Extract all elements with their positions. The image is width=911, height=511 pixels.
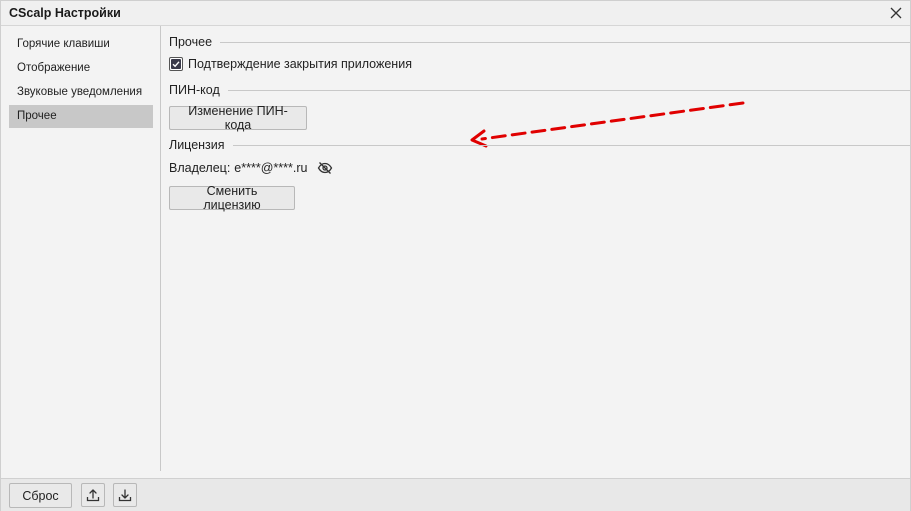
window-title: CScalp Настройки xyxy=(9,6,121,20)
section-pin-title: ПИН-код xyxy=(169,83,220,97)
footer-bar: Сброс xyxy=(1,478,910,511)
settings-content: Прочее Подтверждение закрытия приложения… xyxy=(162,26,910,471)
sidebar-item-sound-notifications[interactable]: Звуковые уведомления xyxy=(9,81,153,104)
import-settings-button[interactable] xyxy=(113,483,137,507)
sidebar-item-display[interactable]: Отображение xyxy=(9,57,153,80)
license-owner-row: Владелец: e****@****.ru xyxy=(169,161,333,175)
title-bar: CScalp Настройки xyxy=(1,1,910,26)
settings-sidebar: Горячие клавиши Отображение Звуковые уве… xyxy=(1,26,161,471)
owner-label: Владелец: xyxy=(169,161,231,175)
confirm-close-checkbox-row[interactable]: Подтверждение закрытия приложения xyxy=(169,57,412,71)
sidebar-item-misc[interactable]: Прочее xyxy=(9,105,153,128)
download-icon xyxy=(118,489,132,502)
checkmark-icon xyxy=(172,61,180,68)
close-button[interactable] xyxy=(886,3,906,23)
section-divider xyxy=(220,41,910,43)
section-divider xyxy=(232,144,910,146)
section-license-title: Лицензия xyxy=(169,138,225,152)
close-icon xyxy=(890,7,902,19)
toggle-email-visibility-button[interactable] xyxy=(317,161,333,175)
checkbox-check-fill xyxy=(171,59,181,69)
section-license-header: Лицензия xyxy=(169,138,910,152)
reset-button[interactable]: Сброс xyxy=(9,483,72,508)
section-misc-title: Прочее xyxy=(169,35,213,49)
eye-hidden-icon xyxy=(318,162,333,174)
change-pin-button[interactable]: Изменение ПИН-кода xyxy=(169,104,307,132)
section-misc-header: Прочее xyxy=(169,35,910,49)
confirm-close-label: Подтверждение закрытия приложения xyxy=(188,57,412,71)
settings-window: CScalp Настройки Горячие клавиши Отображ… xyxy=(0,0,911,511)
upload-icon xyxy=(86,489,100,502)
sidebar-item-hotkeys[interactable]: Горячие клавиши xyxy=(9,33,153,56)
section-pin-header: ПИН-код xyxy=(169,83,910,97)
section-divider xyxy=(227,89,910,91)
change-license-button[interactable]: Сменить лицензию xyxy=(169,184,295,212)
owner-email: e****@****.ru xyxy=(234,161,308,175)
confirm-close-checkbox[interactable] xyxy=(169,57,183,71)
export-settings-button[interactable] xyxy=(81,483,105,507)
